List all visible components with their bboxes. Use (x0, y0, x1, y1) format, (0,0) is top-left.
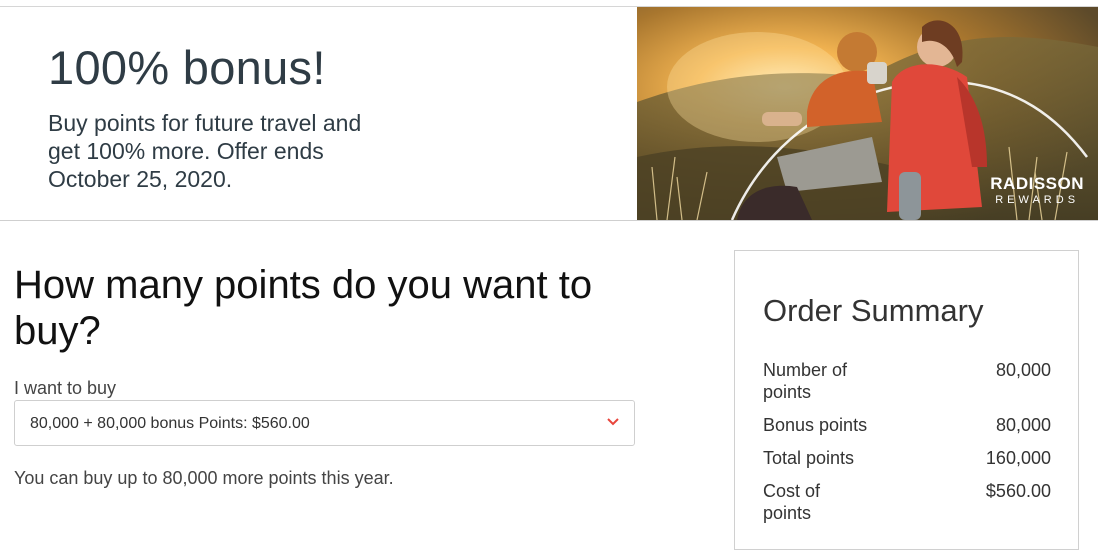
points-select-label: I want to buy (14, 378, 117, 398)
radisson-rewards-logo: RADISSON REWARDS (990, 175, 1084, 207)
promo-text-panel: 100% bonus! Buy points for future travel… (0, 7, 637, 220)
promo-photo: RADISSON REWARDS (637, 7, 1098, 220)
summary-value: $560.00 (985, 481, 1051, 501)
selected-package: 80,000 + 80,000 bonus Points: $560.00 (30, 415, 310, 432)
brand-name: RADISSON (990, 174, 1084, 193)
points-package-select[interactable]: 80,000 + 80,000 bonus Points: $560.00 (14, 400, 635, 446)
order-summary-panel: Order Summary Number of points 80,000 Bo… (734, 250, 1079, 550)
promo-title: 100% bonus! (48, 41, 326, 94)
promo-banner: 100% bonus! Buy points for future travel… (0, 7, 1098, 220)
promo-description: Buy points for future travel and get 100… (48, 110, 362, 192)
banner-divider (0, 220, 1098, 221)
summary-value: 80,000 (995, 360, 1051, 380)
summary-value: 80,000 (995, 415, 1051, 435)
points-question-heading: How many points do you want to buy? (14, 263, 593, 353)
brand-subname: REWARDS (995, 194, 1080, 206)
chevron-down-icon (606, 415, 620, 434)
order-summary-title: Order Summary (763, 293, 984, 328)
purchase-limit-note: You can buy up to 80,000 more points thi… (14, 468, 394, 488)
summary-label: Number of points (763, 360, 848, 402)
summary-label: Cost of points (763, 481, 821, 523)
summary-label: Bonus points (763, 415, 868, 435)
summary-label: Total points (763, 448, 855, 468)
summary-value: 160,000 (985, 448, 1051, 468)
